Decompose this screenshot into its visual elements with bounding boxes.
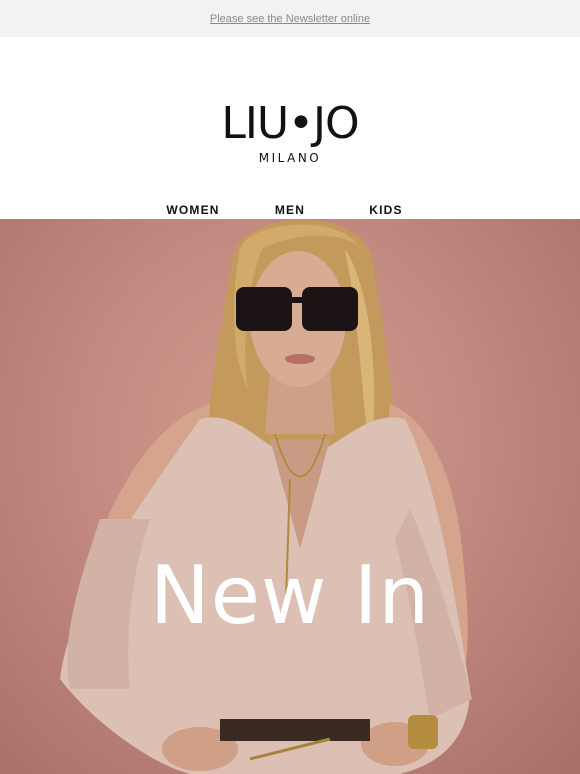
nav-kids[interactable]: KIDS	[369, 203, 402, 217]
logo-subtitle: MILANO	[258, 151, 322, 165]
newsletter-bar: Please see the Newsletter online	[0, 0, 580, 37]
brand-logo[interactable]: LIU•JO MILANO	[0, 98, 580, 166]
main-nav: WOMEN MEN KIDS	[0, 203, 580, 219]
nav-women[interactable]: WOMEN	[166, 203, 219, 217]
header: LIU•JO MILANO WOMEN MEN KIDS	[0, 37, 580, 219]
hero-title: New In	[149, 549, 431, 642]
hero-banner[interactable]: New In	[0, 219, 580, 774]
view-online-link[interactable]: Please see the Newsletter online	[210, 13, 370, 25]
lips	[285, 354, 315, 364]
belt	[220, 719, 370, 741]
logo-wordmark: LIU•JO	[221, 98, 359, 149]
bracelet-icon	[408, 715, 438, 749]
hero-photo	[60, 219, 472, 774]
nav-men[interactable]: MEN	[275, 203, 305, 217]
